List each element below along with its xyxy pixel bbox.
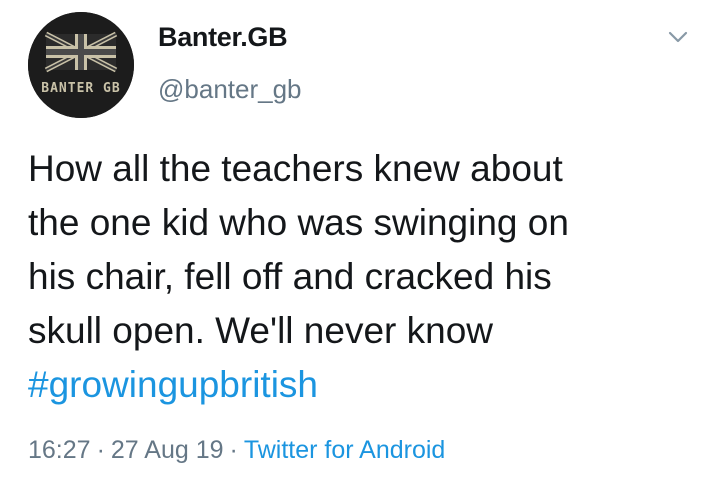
tweet-card: BANTER GB Banter.GB @banter_gb How all t… [0, 0, 703, 491]
chevron-down-icon [668, 31, 688, 43]
author-handle[interactable]: @banter_gb [158, 74, 302, 105]
avatar[interactable]: BANTER GB [28, 12, 134, 118]
meta-separator: · [96, 436, 105, 464]
meta-separator: · [229, 436, 238, 464]
tweet-meta: 16:27 · 27 Aug 19 · Twitter for Android [28, 436, 445, 465]
union-jack-logo-icon: BANTER GB [28, 12, 134, 118]
tweet-menu-button[interactable] [665, 24, 691, 50]
author-display-name[interactable]: Banter.GB [158, 22, 288, 53]
tweet-text: How all the teachers knew about the one … [28, 142, 688, 412]
tweet-text-line: How all the teachers knew about [28, 148, 563, 189]
tweet-text-line: his chair, fell off and cracked his [28, 256, 552, 297]
tweet-text-line: skull open. We'll never know [28, 310, 493, 351]
hashtag-link[interactable]: #growingupbritish [28, 358, 688, 412]
avatar-logo-text: BANTER GB [41, 81, 120, 96]
tweet-time[interactable]: 16:27 [28, 436, 91, 464]
tweet-date[interactable]: 27 Aug 19 [111, 436, 224, 464]
tweet-source-link[interactable]: Twitter for Android [244, 436, 445, 464]
tweet-text-line: the one kid who was swinging on [28, 202, 569, 243]
